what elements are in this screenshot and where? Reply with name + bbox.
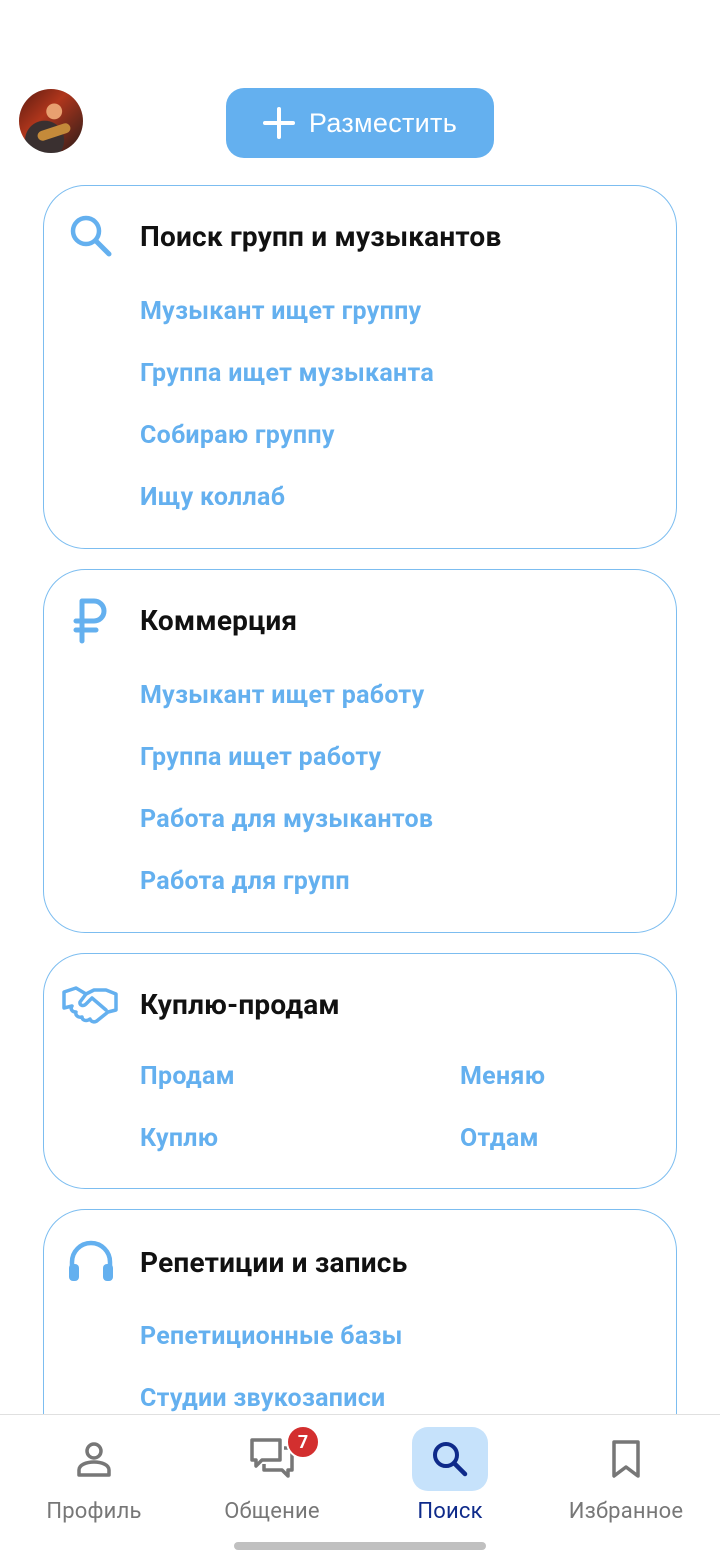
link-buy[interactable]: Куплю xyxy=(140,1124,218,1153)
search-icon xyxy=(66,211,116,261)
post-button[interactable]: Разместить xyxy=(226,88,494,158)
bookmark-icon xyxy=(588,1427,664,1491)
link-band-seeks-musician[interactable]: Группа ищет музыканта xyxy=(140,359,434,388)
card-rehearsal-recording: Репетиции и запись Репетиционные базы Ст… xyxy=(43,1209,677,1414)
nav-search[interactable]: Поиск xyxy=(360,1415,540,1545)
nav-label: Общение xyxy=(224,1499,320,1524)
link-band-seeks-work[interactable]: Группа ищет работу xyxy=(140,743,381,772)
bottom-navigation: Профиль 7 Общение Поиск Избранное xyxy=(0,1414,720,1560)
link-musician-seeks-band[interactable]: Музыкант ищет группу xyxy=(140,297,421,326)
card-title: Куплю-продам xyxy=(140,988,340,1021)
handshake-icon xyxy=(62,978,118,1028)
card-band-search: Поиск групп и музыкантов Музыкант ищет г… xyxy=(43,185,677,549)
card-buy-sell: Куплю-продам Продам Меняю Куплю Отдам xyxy=(43,953,677,1189)
link-exchange[interactable]: Меняю xyxy=(460,1062,545,1091)
categories-scroll[interactable]: Поиск групп и музыкантов Музыкант ищет г… xyxy=(0,180,720,1414)
card-title: Поиск групп и музыкантов xyxy=(140,220,502,253)
avatar-guitar-shape xyxy=(36,121,72,143)
nav-label: Профиль xyxy=(46,1499,142,1524)
nav-profile[interactable]: Профиль xyxy=(4,1415,184,1545)
ruble-icon xyxy=(66,595,116,645)
link-give-away[interactable]: Отдам xyxy=(460,1124,539,1153)
card-commerce: Коммерция Музыкант ищет работу Группа ищ… xyxy=(43,569,677,933)
link-rehearsal-bases[interactable]: Репетиционные базы xyxy=(140,1322,403,1351)
link-work-for-musicians[interactable]: Работа для музыкантов xyxy=(140,805,433,834)
link-seeking-collab[interactable]: Ищу коллаб xyxy=(140,483,285,512)
unread-badge: 7 xyxy=(286,1425,320,1459)
link-forming-band[interactable]: Собираю группу xyxy=(140,421,335,450)
person-icon xyxy=(56,1427,132,1491)
nav-chat[interactable]: 7 Общение xyxy=(182,1415,362,1545)
link-musician-seeks-work[interactable]: Музыкант ищет работу xyxy=(140,681,424,710)
nav-favorites[interactable]: Избранное xyxy=(536,1415,716,1545)
link-sell[interactable]: Продам xyxy=(140,1062,235,1091)
home-indicator[interactable] xyxy=(234,1542,486,1550)
card-title: Репетиции и запись xyxy=(140,1246,408,1279)
search-icon xyxy=(412,1427,488,1491)
post-button-label: Разместить xyxy=(308,107,458,138)
card-title: Коммерция xyxy=(140,604,298,637)
link-work-for-bands[interactable]: Работа для групп xyxy=(140,867,350,896)
link-recording-studios[interactable]: Студии звукозаписи xyxy=(140,1384,386,1413)
nav-label: Избранное xyxy=(568,1499,684,1524)
headphones-icon xyxy=(66,1236,116,1286)
nav-label: Поиск xyxy=(417,1499,483,1524)
avatar[interactable] xyxy=(19,89,83,153)
top-bar: Разместить xyxy=(0,0,720,180)
plus-icon xyxy=(262,107,295,139)
